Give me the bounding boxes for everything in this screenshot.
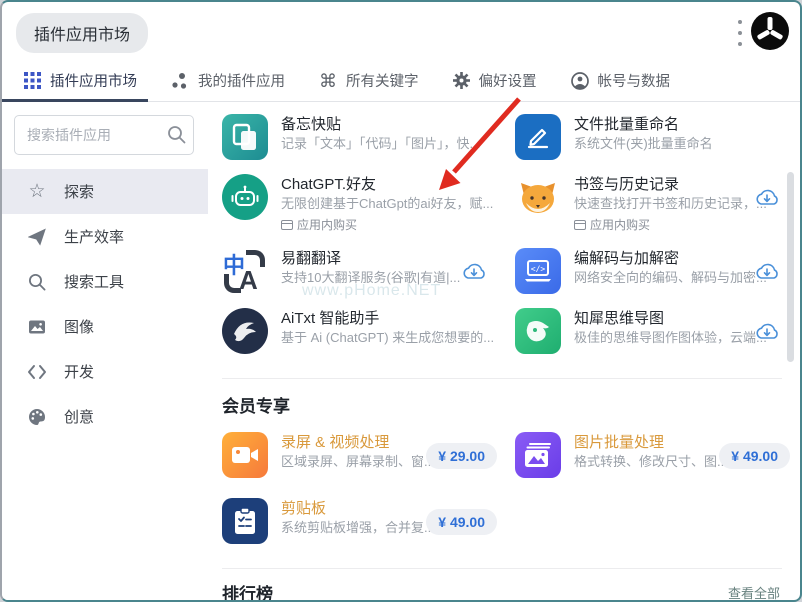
memo-app-icon bbox=[222, 114, 268, 160]
sidebar-item-label: 探索 bbox=[64, 181, 94, 202]
tab-label: 我的插件应用 bbox=[198, 70, 285, 91]
scrollbar-thumb[interactable] bbox=[787, 172, 794, 362]
cloud-download-icon[interactable] bbox=[754, 321, 780, 341]
fox-app-icon bbox=[515, 174, 561, 220]
plugin-grid: 备忘快贴 记录「文本」「代码」「图片」，快... 文件批量重命名 系统文件(夹)… bbox=[222, 114, 800, 358]
cloud-download-icon[interactable] bbox=[754, 187, 780, 207]
svg-text:</>: </> bbox=[531, 265, 546, 274]
sidebar-item-productivity[interactable]: 生产效率 bbox=[2, 214, 208, 259]
tab-label: 帐号与数据 bbox=[598, 70, 671, 91]
tab-preferences[interactable]: 偏好设置 bbox=[453, 70, 537, 91]
plugin-card-chatgpt[interactable]: ChatGPT.好友 无限创建基于ChatGpt的ai好友，赋... 应用内购买 bbox=[222, 174, 509, 238]
cloud-download-icon[interactable] bbox=[461, 261, 487, 281]
section-divider bbox=[222, 568, 782, 569]
sidebar-item-label: 开发 bbox=[64, 361, 94, 382]
code-brackets-icon bbox=[26, 364, 48, 380]
image-batch-app-icon bbox=[515, 432, 561, 478]
aitxt-app-icon bbox=[222, 308, 268, 354]
tab-plugin-market[interactable]: 插件应用市场 bbox=[24, 70, 137, 91]
app-logo[interactable] bbox=[750, 11, 790, 51]
member-card-clipboard[interactable]: 剪贴板 系统剪贴板增强，合并复... ¥ 49.00 bbox=[222, 498, 509, 552]
gear-icon bbox=[453, 72, 470, 89]
card-icon bbox=[281, 220, 293, 230]
paper-plane-icon bbox=[26, 228, 48, 246]
command-icon: ⌘ bbox=[319, 72, 337, 90]
sidebar-item-image[interactable]: 图像 bbox=[2, 304, 208, 349]
sidebar-item-label: 图像 bbox=[64, 316, 94, 337]
plugin-title: AiTxt 智能助手 bbox=[281, 309, 509, 329]
tab-bar: 插件应用市场 我的插件应用 ⌘ 所有关键字 bbox=[2, 60, 800, 102]
page-title: 插件应用市场 bbox=[16, 13, 148, 53]
plugin-card-translate[interactable]: 中A 易翻翻译 支持10大翻译服务(谷歌|有道|... bbox=[222, 248, 509, 298]
plugin-card-codec[interactable]: </> 编解码与加解密 网络安全向的编码、解码与加密... bbox=[515, 248, 800, 298]
tab-label: 插件应用市场 bbox=[50, 70, 137, 91]
screen-record-app-icon bbox=[222, 432, 268, 478]
rename-app-icon bbox=[515, 114, 561, 160]
plugin-card-aitxt[interactable]: AiTxt 智能助手 基于 Ai (ChatGPT) 来生成您想要的... bbox=[222, 308, 509, 358]
member-section-heading: 会员专享 bbox=[222, 392, 800, 417]
price-badge[interactable]: ¥ 29.00 bbox=[426, 443, 497, 469]
price-badge[interactable]: ¥ 49.00 bbox=[719, 443, 790, 469]
plugin-desc: 基于 Ai (ChatGPT) 来生成您想要的... bbox=[281, 329, 509, 348]
clipboard-app-icon bbox=[222, 498, 268, 544]
grid-icon bbox=[24, 72, 41, 89]
card-icon bbox=[574, 220, 586, 230]
sidebar: ☆ 探索 生产效率 搜索工具 图像 开发 bbox=[2, 103, 208, 600]
plugin-card-rename[interactable]: 文件批量重命名 系统文件(夹)批量重命名 bbox=[515, 114, 800, 164]
palette-icon bbox=[26, 408, 48, 426]
triskelion-logo-icon bbox=[750, 11, 790, 51]
vertical-ellipsis-icon[interactable] bbox=[738, 20, 744, 46]
tab-my-plugins[interactable]: 我的插件应用 bbox=[171, 70, 285, 91]
cloud-download-icon[interactable] bbox=[754, 261, 780, 281]
plugin-title: ChatGPT.好友 bbox=[281, 175, 509, 195]
sidebar-item-label: 生产效率 bbox=[64, 226, 124, 247]
dots-cluster-icon bbox=[171, 72, 189, 90]
sidebar-item-label: 搜索工具 bbox=[64, 271, 124, 292]
ranking-section: 排行榜 查看全部 bbox=[222, 580, 800, 600]
tab-label: 偏好设置 bbox=[479, 70, 537, 91]
plugin-card-mindmap[interactable]: 知犀思维导图 极佳的思维导图作图体验，云端... bbox=[515, 308, 800, 358]
active-tab-underline bbox=[2, 99, 148, 102]
plugin-title: 备忘快贴 bbox=[281, 115, 509, 135]
plugin-market-window: 插件应用市场 插件应用市场 bbox=[0, 0, 802, 602]
member-card-screen-record[interactable]: 录屏 & 视频处理 区域录屏、屏幕录制、窗... ¥ 29.00 bbox=[222, 432, 509, 486]
search-icon[interactable] bbox=[167, 125, 186, 144]
plugin-desc: 记录「文本」「代码」「图片」，快... bbox=[281, 135, 509, 154]
translate-app-icon: 中A bbox=[222, 248, 268, 294]
sidebar-item-dev[interactable]: 开发 bbox=[2, 349, 208, 394]
view-all-link[interactable]: 查看全部 bbox=[728, 580, 780, 600]
plugin-desc: 系统文件(夹)批量重命名 bbox=[574, 135, 800, 154]
mindmap-app-icon bbox=[515, 308, 561, 354]
sidebar-item-label: 创意 bbox=[64, 406, 94, 427]
price-badge[interactable]: ¥ 49.00 bbox=[426, 509, 497, 535]
codec-app-icon: </> bbox=[515, 248, 561, 294]
star-icon: ☆ bbox=[26, 180, 48, 203]
plugin-card-memo[interactable]: 备忘快贴 记录「文本」「代码」「图片」，快... bbox=[222, 114, 509, 164]
image-icon bbox=[26, 318, 48, 336]
tab-label: 所有关键字 bbox=[346, 70, 419, 91]
tab-account-data[interactable]: 帐号与数据 bbox=[571, 70, 671, 91]
chatgpt-app-icon bbox=[222, 174, 268, 220]
ranking-heading: 排行榜 bbox=[222, 580, 273, 600]
section-divider bbox=[222, 378, 782, 379]
window-header: 插件应用市场 bbox=[2, 2, 800, 60]
plugin-card-bookmarks[interactable]: 书签与历史记录 快速查找打开书签和历史记录，... 应用内购买 bbox=[515, 174, 800, 238]
member-grid: 录屏 & 视频处理 区域录屏、屏幕录制、窗... ¥ 29.00 bbox=[222, 432, 800, 552]
search-box bbox=[14, 115, 196, 155]
magnifier-icon bbox=[26, 273, 48, 291]
iap-badge: 应用内购买 bbox=[281, 216, 509, 233]
main-content: 备忘快贴 记录「文本」「代码」「图片」，快... 文件批量重命名 系统文件(夹)… bbox=[208, 103, 800, 600]
sidebar-item-explore[interactable]: ☆ 探索 bbox=[2, 169, 208, 214]
sidebar-item-search-tools[interactable]: 搜索工具 bbox=[2, 259, 208, 304]
plugin-desc: 无限创建基于ChatGpt的ai好友，赋... bbox=[281, 195, 509, 214]
tab-all-keywords[interactable]: ⌘ 所有关键字 bbox=[319, 70, 419, 91]
member-card-image-batch[interactable]: 图片批量处理 格式转换、修改尺寸、图... ¥ 49.00 bbox=[515, 432, 800, 486]
sidebar-item-creative[interactable]: 创意 bbox=[2, 394, 208, 439]
iap-badge: 应用内购买 bbox=[574, 216, 800, 233]
plugin-title: 文件批量重命名 bbox=[574, 115, 800, 135]
account-icon bbox=[571, 72, 589, 90]
